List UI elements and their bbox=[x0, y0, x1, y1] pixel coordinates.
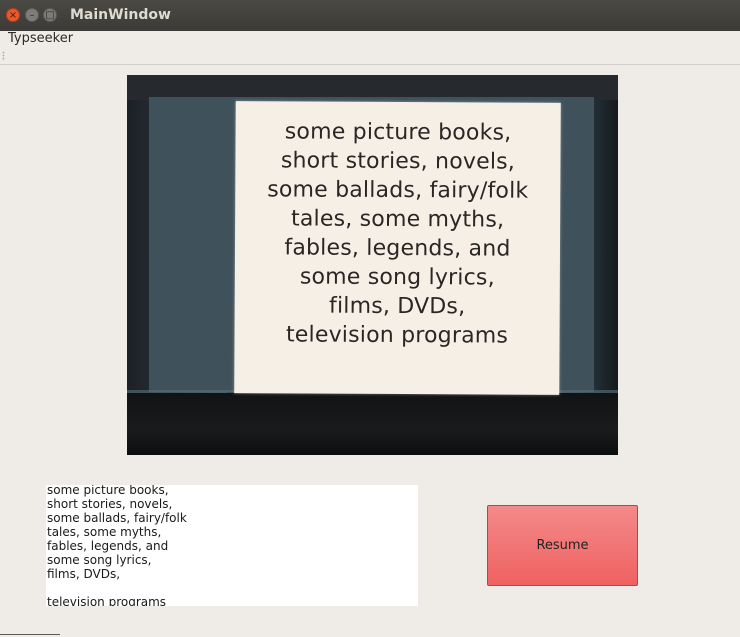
ocr-output-textbox[interactable]: some picture books, short stories, novel… bbox=[46, 485, 418, 606]
status-bar-divider bbox=[0, 634, 60, 635]
camera-view: some picture books, short stories, novel… bbox=[127, 75, 618, 455]
ocr-output-text: some picture books, short stories, novel… bbox=[47, 485, 187, 606]
menu-bar: Typseeker bbox=[0, 31, 740, 49]
minimize-icon[interactable]: – bbox=[25, 8, 39, 22]
maximize-icon[interactable]: □ bbox=[43, 8, 57, 22]
toolbar bbox=[0, 48, 740, 65]
toolbar-grip-icon[interactable] bbox=[2, 51, 5, 61]
menu-typseeker[interactable]: Typseeker bbox=[8, 31, 73, 46]
close-icon[interactable]: × bbox=[6, 8, 20, 22]
window-title: MainWindow bbox=[70, 7, 171, 23]
camera-paper-text: some picture books, short stories, novel… bbox=[267, 119, 529, 349]
camera-desk-area bbox=[127, 393, 618, 455]
resume-button[interactable]: Resume bbox=[487, 505, 638, 586]
title-bar: × – □ MainWindow bbox=[0, 0, 740, 31]
camera-paper-sheet: some picture books, short stories, novel… bbox=[234, 101, 561, 395]
